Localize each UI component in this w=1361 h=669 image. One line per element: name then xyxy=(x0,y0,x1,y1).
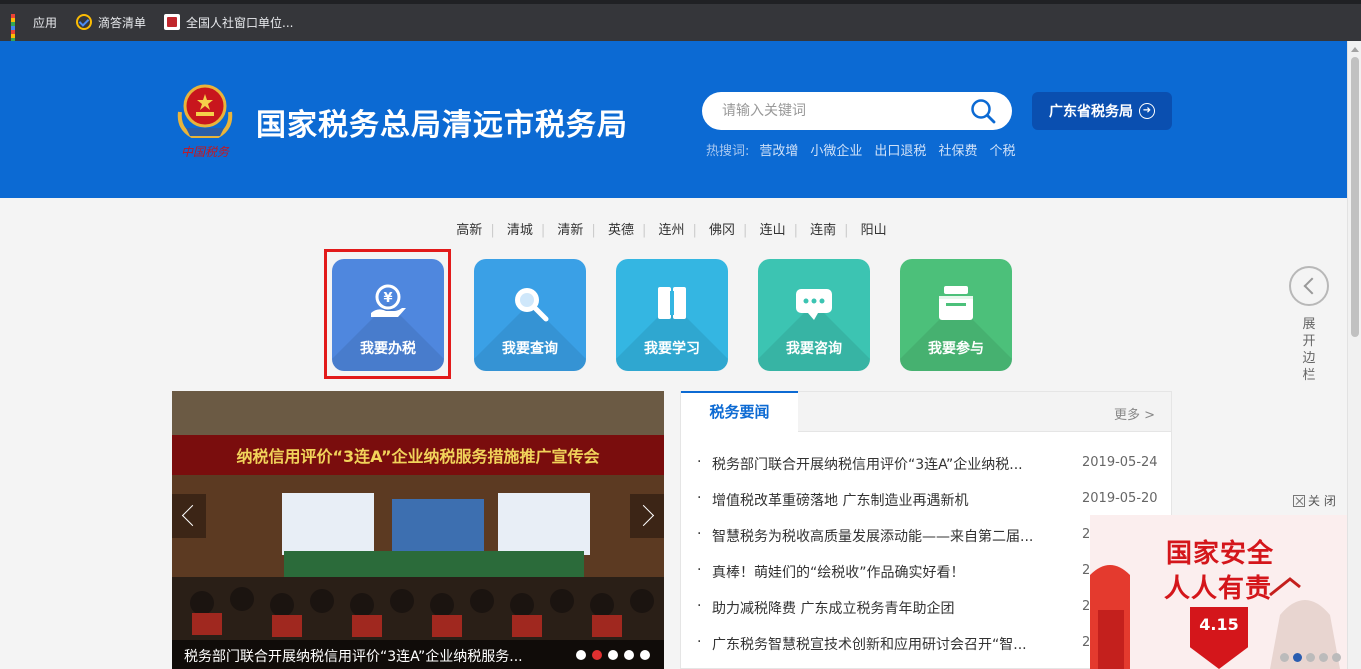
magnifier-icon xyxy=(515,288,549,322)
news-title[interactable]: 广东税务智慧税宣技术创新和应用研讨会召开“智... xyxy=(712,634,1072,654)
page-scrollbar[interactable] xyxy=(1347,41,1361,669)
hot-word[interactable]: 营改增 xyxy=(759,140,798,159)
service-label: 我要学习 xyxy=(644,341,700,357)
window-top-edge xyxy=(0,0,1361,4)
district-link[interactable]: 阳山 xyxy=(861,223,887,238)
ad-badge-date: 4.15 xyxy=(1199,615,1239,634)
province-button-label: 广东省税务局 xyxy=(1049,104,1133,120)
news-title[interactable]: 助力减税降费 广东成立税务青年助企团 xyxy=(712,598,1072,618)
ballot-box-icon xyxy=(939,286,973,320)
hot-word[interactable]: 个税 xyxy=(989,140,1015,159)
ad-dot-active[interactable] xyxy=(1293,653,1302,662)
news-date: 2019-05-20 xyxy=(1082,491,1158,506)
news-title[interactable]: 增值税改革重磅落地 广东制造业再遇新机 xyxy=(712,490,1072,510)
close-icon xyxy=(1293,494,1305,507)
ad-close-button[interactable]: 关 闭 xyxy=(1293,492,1336,509)
search-icon[interactable] xyxy=(970,98,996,124)
district-nav: 高新 | 清城 | 清新 | 英德 | 连州 | 佛冈 | 连山 | 连南 | 阳山 xyxy=(456,223,887,238)
ad-carousel-dots xyxy=(1280,653,1341,662)
carousel-prev-button[interactable] xyxy=(172,494,206,538)
carousel-next-button[interactable] xyxy=(630,494,664,538)
district-link[interactable]: 清城 xyxy=(507,223,533,238)
service-tile-consult[interactable]: 我要咨询 xyxy=(758,259,870,371)
search-box xyxy=(702,92,1012,130)
district-link[interactable]: 清新 xyxy=(557,223,583,238)
site-header: 中国税务 国家税务总局清远市税务局 广东省税务局 ➜ 热搜词: 营改增 小微企业… xyxy=(0,41,1347,198)
ad-dot[interactable] xyxy=(1280,653,1289,662)
news-more-link[interactable]: 更多 > xyxy=(1114,404,1155,423)
scroll-up-arrow-icon[interactable] xyxy=(1351,47,1359,52)
news-title[interactable]: 税务部门联合开展纳税信用评价“3连A”企业纳税... xyxy=(712,454,1072,474)
ad-dot[interactable] xyxy=(1319,653,1328,662)
news-item[interactable]: · 税务部门联合开展纳税信用评价“3连A”企业纳税... 2019-05-24 xyxy=(697,454,1167,490)
news-title[interactable]: 真棒！萌娃们的“绘税收”作品确实好看！ xyxy=(712,562,1072,582)
carousel-dot[interactable] xyxy=(576,650,586,660)
scrollbar-thumb[interactable] xyxy=(1351,57,1359,337)
tab-tax-news[interactable]: 税务要闻 xyxy=(681,391,798,433)
selection-highlight-box xyxy=(324,249,451,379)
service-label: 我要参与 xyxy=(928,341,984,357)
bookmark-apps[interactable]: 应用 xyxy=(11,13,58,50)
carousel-dot-active[interactable] xyxy=(592,650,602,660)
book-icon xyxy=(658,287,686,319)
service-tile-learn[interactable]: 我要学习 xyxy=(616,259,728,371)
province-bureau-button[interactable]: 广东省税务局 ➜ xyxy=(1032,92,1172,130)
carousel-dots xyxy=(576,650,650,660)
service-tile-query[interactable]: 我要查询 xyxy=(474,259,586,371)
ad-dot[interactable] xyxy=(1332,653,1341,662)
banner-text: 纳税信用评价“3连A”企业纳税服务措施推广宣传会 xyxy=(236,447,599,466)
bookmark-label: 应用 xyxy=(33,15,58,30)
arrow-right-circle-icon: ➜ xyxy=(1139,103,1155,119)
conference-photo: 纳税信用评价“3连A”企业纳税服务措施推广宣传会 xyxy=(172,391,664,669)
apps-grid-icon xyxy=(11,14,27,50)
ad-headline-1: 国家安全 xyxy=(1166,539,1275,569)
checkmark-icon xyxy=(76,14,92,30)
service-tile-participate[interactable]: 我要参与 xyxy=(900,259,1012,371)
hot-word[interactable]: 小微企业 xyxy=(810,140,862,159)
news-panel-header: 税务要闻 更多 > xyxy=(681,391,1171,433)
district-link[interactable]: 连南 xyxy=(810,223,836,238)
logo-text: 中国税务 xyxy=(181,145,230,159)
carousel-dot[interactable] xyxy=(624,650,634,660)
expand-sidebar-button[interactable] xyxy=(1289,266,1329,306)
rs-logo-icon xyxy=(164,14,180,30)
search-input[interactable] xyxy=(722,101,962,121)
bookmark-label: 全国人社窗口单位... xyxy=(186,15,294,30)
bookmark-label: 滴答清单 xyxy=(98,15,147,30)
news-date: 2019-05-24 xyxy=(1082,455,1158,470)
hot-word[interactable]: 社保费 xyxy=(938,140,977,159)
national-security-ad[interactable]: 国家安全 人人有责 4.15 xyxy=(1090,515,1347,669)
service-label: 我要咨询 xyxy=(786,341,842,357)
district-link[interactable]: 高新 xyxy=(456,223,482,238)
tax-emblem-logo[interactable]: 中国税务 xyxy=(172,82,238,162)
district-link[interactable]: 佛冈 xyxy=(709,223,735,238)
carousel-dot[interactable] xyxy=(640,650,650,660)
district-link[interactable]: 英德 xyxy=(608,223,634,238)
news-title[interactable]: 智慧税务为税收高质量发展添动能——来自第二届... xyxy=(712,526,1072,546)
expand-sidebar-label[interactable]: 展开边栏 xyxy=(1301,316,1317,384)
site-title: 国家税务总局清远市税务局 xyxy=(256,108,628,143)
ad-close-label: 关 闭 xyxy=(1308,494,1336,508)
district-link[interactable]: 连州 xyxy=(658,223,684,238)
ad-dot[interactable] xyxy=(1306,653,1315,662)
bookmark-dida[interactable]: 滴答清单 xyxy=(76,13,146,31)
chat-bubble-icon xyxy=(796,289,832,320)
service-label: 我要查询 xyxy=(502,341,558,357)
district-link[interactable]: 连山 xyxy=(760,223,786,238)
hot-search-label: 热搜词: xyxy=(706,144,750,159)
carousel-dot[interactable] xyxy=(608,650,618,660)
hot-search-words: 热搜词: 营改增 小微企业 出口退税 社保费 个税 xyxy=(706,140,1015,159)
bookmarks-bar: 应用 滴答清单 全国人社窗口单位... xyxy=(0,0,1361,50)
carousel-caption[interactable]: 税务部门联合开展纳税信用评价“3连A”企业纳税服务... xyxy=(184,646,523,666)
ad-headline-2: 人人有责 xyxy=(1164,574,1273,604)
bookmark-renshe[interactable]: 全国人社窗口单位... xyxy=(164,13,293,31)
hot-word[interactable]: 出口退税 xyxy=(874,140,926,159)
news-photo-carousel[interactable]: 纳税信用评价“3连A”企业纳税服务措施推广宣传会 税务部门联合开展纳税信用评价“… xyxy=(172,391,664,669)
